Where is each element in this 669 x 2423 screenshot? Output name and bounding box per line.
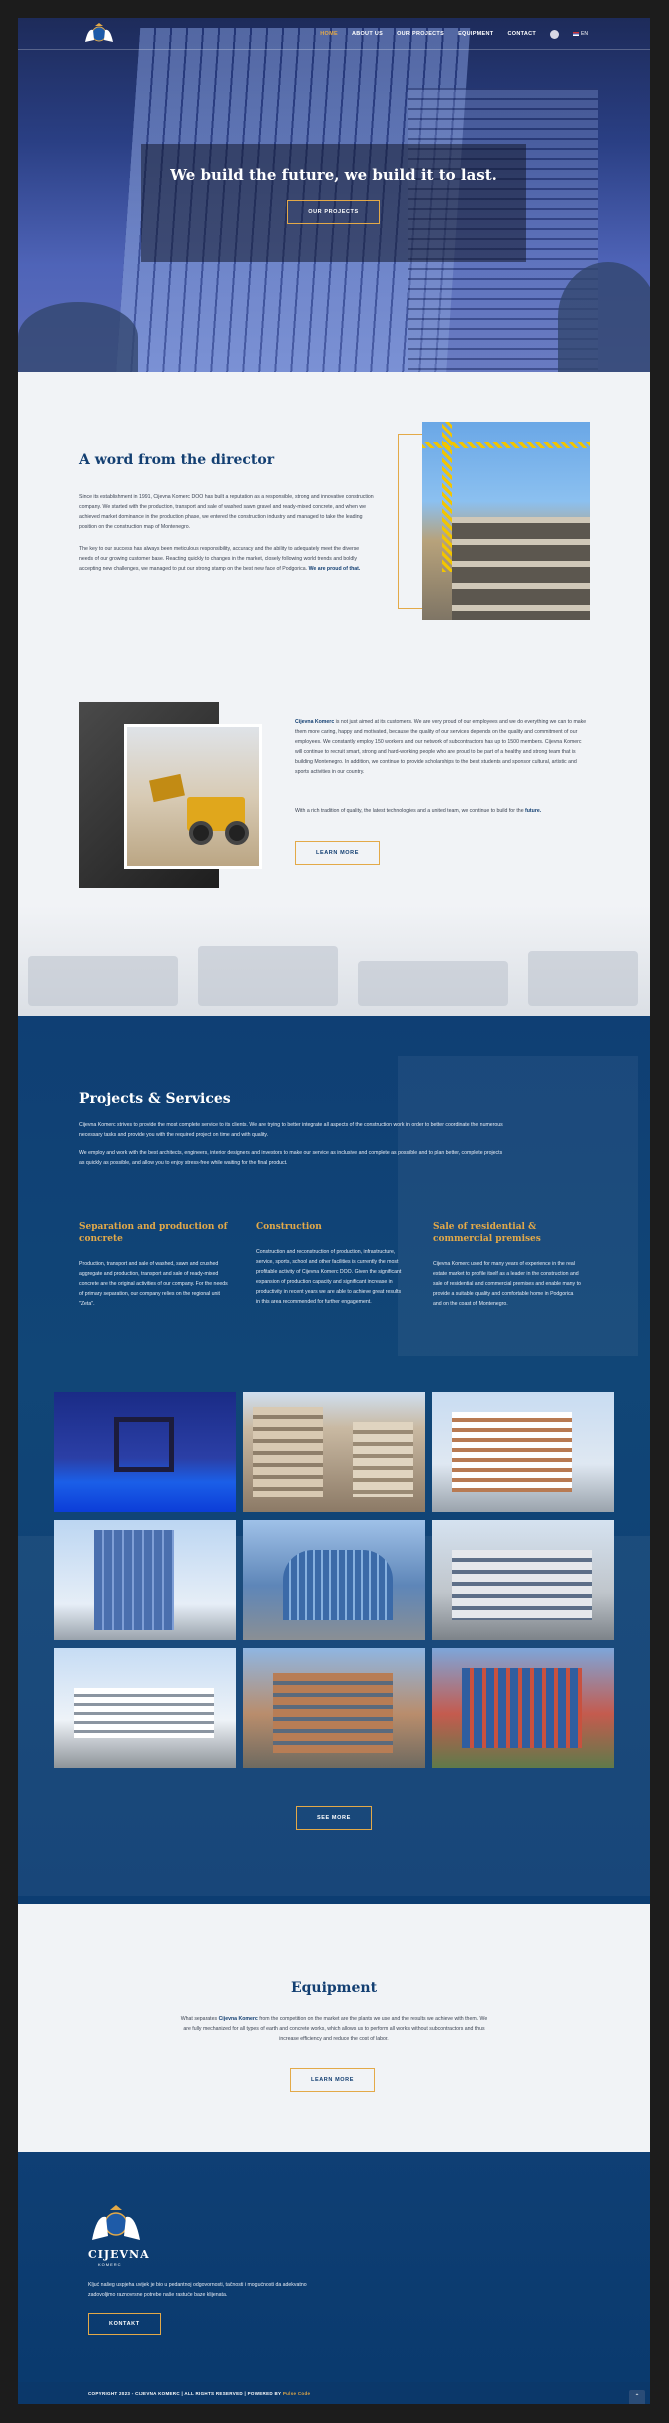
powered-by-link[interactable]: Pulse Code	[283, 2391, 311, 2396]
loader-bucket	[149, 773, 185, 803]
equipment-text-bold: Cijevna Komerc	[218, 2016, 258, 2022]
top-nav: HOME ABOUT US OUR PROJECTS EQUIPMENT CON…	[18, 18, 650, 50]
nav-home[interactable]: HOME	[320, 31, 338, 37]
copyright-text: COPYRIGHT 2023 - CIJEVNA KOMERC | ALL RI…	[88, 2391, 310, 2396]
director-paragraph-3-text: is not just aimed at its customers. We a…	[295, 719, 587, 775]
contact-button[interactable]: KONTAKT	[88, 2313, 161, 2335]
see-more-button[interactable]: SEE MORE	[296, 1806, 372, 1830]
hero-section: HOME ABOUT US OUR PROJECTS EQUIPMENT CON…	[18, 18, 650, 372]
loader-wheel	[225, 821, 249, 845]
truck-silhouette	[198, 946, 338, 1006]
projects-intro-2: We employ and work with the best archite…	[79, 1150, 503, 1166]
building	[94, 1530, 174, 1630]
nav-about-us[interactable]: ABOUT US	[352, 31, 383, 37]
building	[452, 1550, 592, 1620]
equipment-section: Equipment What separates Cijevna Komerc …	[18, 1904, 650, 2152]
footer-logo-icon[interactable]	[88, 2204, 144, 2244]
page: HOME ABOUT US OUR PROJECTS EQUIPMENT CON…	[0, 0, 669, 2423]
footer: CIJEVNA KOMERC Kljuć našeg uspjeha uvije…	[18, 2152, 650, 2382]
crane-mast	[442, 422, 452, 572]
loader-wheel	[189, 821, 213, 845]
service-column: Construction Construction and reconstruc…	[256, 1221, 406, 1307]
nav-contact[interactable]: CONTACT	[507, 31, 536, 37]
wheel-loader-photo	[124, 724, 262, 869]
gallery-image-curved-glass[interactable]	[243, 1520, 425, 1640]
main-menu: HOME ABOUT US OUR PROJECTS EQUIPMENT CON…	[320, 18, 588, 50]
director-section: A word from the director Since its estab…	[18, 372, 650, 1016]
see-more-wrap: SEE MORE	[296, 1806, 372, 1830]
gallery-image-school[interactable]	[54, 1648, 236, 1768]
service-title: Construction	[256, 1222, 322, 1232]
background-building	[398, 1056, 638, 1356]
copyright-bar: COPYRIGHT 2023 - CIJEVNA KOMERC | ALL RI…	[18, 2382, 650, 2404]
director-paragraph-4: With a rich tradition of quality, the la…	[295, 806, 590, 816]
our-projects-button[interactable]: OUR PROJECTS	[287, 200, 380, 224]
director-paragraph-4-bold: future.	[525, 808, 542, 814]
gallery-image-brick-building[interactable]	[243, 1648, 425, 1768]
gallery-image-glass-tower[interactable]	[54, 1520, 236, 1640]
footer-button-wrap: KONTAKT	[88, 2312, 161, 2335]
building	[74, 1688, 214, 1738]
footer-text: Kljuć našeg uspjeha uvijek je bio u peda…	[88, 2282, 307, 2298]
service-title: Separation and production of concrete	[79, 1222, 228, 1244]
truck-silhouette	[358, 961, 508, 1006]
building	[253, 1407, 323, 1497]
hero-tree	[18, 302, 138, 372]
equipment-button-wrap: LEARN MORE	[290, 2068, 375, 2092]
learn-more-button[interactable]: LEARN MORE	[295, 841, 380, 865]
director-paragraph-2: The key to our success has always been m…	[79, 544, 374, 574]
flag-icon	[573, 32, 580, 36]
service-column: Separation and production of concrete Pr…	[79, 1221, 229, 1309]
hero-title: We build the future, we build it to last…	[170, 166, 497, 184]
projects-section: Projects & Services Cijevna Komerc striv…	[18, 1016, 650, 1904]
arrow-up-icon[interactable]: ⌃	[629, 2390, 645, 2404]
director-paragraph-4-text: With a rich tradition of quality, the la…	[295, 808, 524, 814]
projects-title: Projects & Services	[79, 1091, 231, 1107]
gallery-image-white-building[interactable]	[432, 1392, 614, 1512]
equipment-text-pre: What separates	[180, 2016, 218, 2022]
director-paragraph-1: Since its establishment in 1991, Cijevna…	[79, 494, 374, 530]
crane-construction-photo	[422, 422, 590, 620]
service-text: Construction and reconstruction of produ…	[256, 1249, 402, 1305]
gallery-image-pool[interactable]	[54, 1392, 236, 1512]
equipment-text: What separates Cijevna Komerc from the c…	[178, 2014, 490, 2044]
trucks-background	[18, 906, 650, 1016]
nav-equipment[interactable]: EQUIPMENT	[458, 31, 493, 37]
footer-brand: CIJEVNA	[88, 2248, 150, 2261]
equipment-learn-more-button[interactable]: LEARN MORE	[290, 2068, 375, 2092]
hero-tree	[558, 262, 650, 372]
building	[283, 1550, 393, 1620]
service-title: Sale of residential & commercial premise…	[433, 1222, 541, 1244]
language-switcher[interactable]: EN	[573, 31, 588, 37]
gallery-image-apartments[interactable]	[243, 1392, 425, 1512]
building-floors	[452, 517, 590, 620]
footer-brand-sub: KOMERC	[98, 2262, 122, 2267]
building	[353, 1422, 413, 1497]
truck-silhouette	[28, 956, 178, 1006]
service-column: Sale of residential & commercial premise…	[433, 1221, 583, 1309]
search-icon[interactable]	[550, 29, 560, 39]
hero-banner: We build the future, we build it to last…	[141, 144, 526, 262]
gallery-image-office[interactable]	[432, 1520, 614, 1640]
projects-intro-1: Cijevna Komerc strives to provide the mo…	[79, 1122, 503, 1138]
director-paragraph-3-bold: Cijevna Komerc	[295, 719, 335, 725]
director-title: A word from the director	[79, 452, 275, 468]
language-label: EN	[581, 31, 588, 37]
service-text: Cijevna Komerc used for many years of ex…	[433, 1261, 581, 1307]
building	[273, 1673, 393, 1753]
gallery-image-red-glass-building[interactable]	[432, 1648, 614, 1768]
logo-icon[interactable]	[82, 22, 116, 46]
nav-our-projects[interactable]: OUR PROJECTS	[397, 31, 444, 37]
director-paragraph-3: Cijevna Komerc is not just aimed at its …	[295, 717, 590, 777]
equipment-title: Equipment	[290, 1980, 378, 1996]
copyright-label: COPYRIGHT 2023 - CIJEVNA KOMERC | ALL RI…	[88, 2390, 282, 2396]
truck-silhouette	[528, 951, 638, 1006]
building	[462, 1668, 582, 1748]
pool-frame	[114, 1417, 174, 1472]
director-paragraph-2-bold: We are proud of that.	[308, 566, 361, 572]
service-text: Production, transport and sale of washed…	[79, 1261, 228, 1307]
director-button-wrap: LEARN MORE	[295, 841, 380, 865]
building	[452, 1412, 572, 1492]
